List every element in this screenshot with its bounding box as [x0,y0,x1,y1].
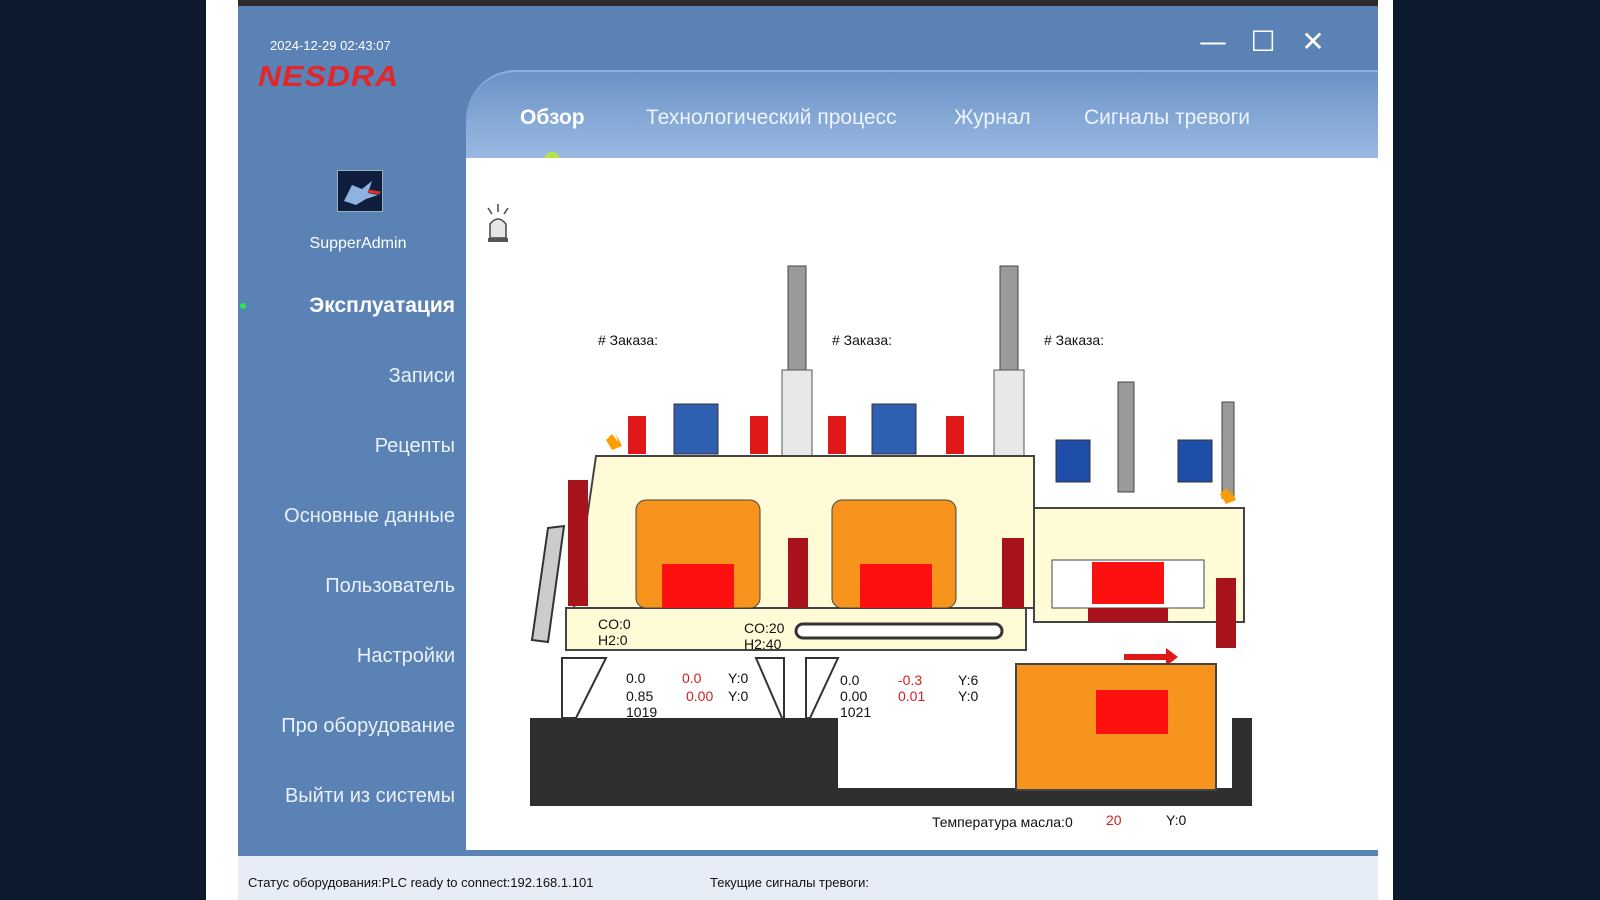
heater-mid [788,538,808,608]
heater-quench [1216,578,1236,648]
workpiece-1 [662,564,734,608]
sidebar-item-master-data[interactable]: Основные данные [284,505,455,528]
zone2-y2: Y:0 [958,688,979,704]
ground-left [530,718,838,806]
gas1-h2: H2:0 [598,632,628,648]
nesdra-logo: NESDRA [258,59,400,93]
flame-icon [606,434,622,450]
support-leg-2 [754,657,785,719]
screen-frame: 2024-12-29 02:43:07 NESDRA — ☐ ✕ Обзор Т… [206,0,1393,900]
avatar[interactable] [337,170,383,212]
order-label-2: # Заказа: [832,332,893,348]
support-leg-1 [561,657,608,719]
sidebar-item-operation[interactable]: Эксплуатация [309,294,455,318]
order-label-1: # Заказа: [598,332,659,348]
zone1-v1-setpoint: 0.0 [682,670,702,686]
zone1-v2-setpoint: 0.00 [686,688,714,704]
equipment-status: Статус оборудования:PLC ready to connect… [248,875,594,890]
top-navigation: Обзор Технологический процесс Журнал Сиг… [466,70,1378,166]
tab-alarms[interactable]: Сигналы тревоги [1084,106,1250,130]
zone2-y1: Y:6 [958,672,979,688]
zone2-v2: 0.00 [840,688,868,704]
sidebar-item-settings[interactable]: Настройки [357,645,455,668]
oil-temperature-setpoint: 20 [1106,812,1122,828]
furnace-door[interactable] [530,524,566,644]
burner-2 [750,416,768,454]
zone2-v1: 0.0 [840,672,860,688]
chimney-1 [787,265,807,373]
zone2-v3: 1021 [840,704,872,720]
workpiece-3 [1092,562,1164,604]
username-label: SupperAdmin [309,235,407,252]
app-window: 2024-12-29 02:43:07 NESDRA — ☐ ✕ Обзор Т… [238,6,1378,900]
order-label-3: # Заказа: [1044,332,1105,348]
alarm-lamp-icon[interactable] [487,204,509,242]
oil-y: Y:0 [1166,812,1187,828]
current-alarms: Текущие сигналы тревоги: [710,875,870,890]
heater-right [1002,538,1024,608]
burner-4 [946,416,964,454]
sidebar-item-records[interactable]: Записи [389,365,455,388]
zone1-v1: 0.0 [626,670,646,686]
zone2-v1-setpoint: -0.3 [898,672,923,688]
status-bar: Статус оборудования:PLC ready to connect… [238,856,1378,900]
oil-temperature-label: Температура масла:0 [932,814,1073,830]
tab-overview[interactable]: Обзор [520,106,585,130]
burner-1 [628,416,646,454]
chimney-3 [1117,381,1135,493]
zone1-v2: 0.85 [626,688,654,704]
sidebar-item-about-equipment[interactable]: Про оборудование [281,715,455,738]
chimney-2 [999,265,1019,373]
chimney-4 [1221,401,1235,499]
sidebar-item-user[interactable]: Пользователь [325,575,455,598]
motor-4 [1177,439,1213,483]
conveyor-roller [794,622,1004,640]
quench-elevator [1088,608,1168,622]
gas2-h2: H2:40 [744,636,782,652]
workpiece-2 [860,564,932,608]
zone1-v3: 1019 [626,704,658,720]
furnace-diagram [487,204,1252,806]
tab-journal[interactable]: Журнал [954,106,1031,130]
overview-panel: # Заказа: # Заказа: # Заказа: CO:0 H2:0 … [466,158,1378,850]
gas1-co: CO:0 [598,616,631,632]
motor-3 [1055,439,1091,483]
ground-right [1232,718,1252,806]
burner-3 [828,416,846,454]
close-button[interactable]: ✕ [1298,28,1328,56]
heater-left [568,480,588,606]
zone2-v2-setpoint: 0.01 [898,688,926,704]
fan-motor-2 [871,403,917,455]
fan-motor-1 [673,403,719,455]
zone1-y1: Y:0 [728,670,749,686]
tab-process[interactable]: Технологический процесс [646,106,897,130]
active-menu-indicator [240,303,246,309]
support-leg-3 [805,657,840,719]
sidebar-item-recipes[interactable]: Рецепты [375,435,455,458]
gas2-co: CO:20 [744,620,785,636]
dragon-icon [344,181,381,205]
sidebar-item-logout[interactable]: Выйти из системы [285,785,455,808]
datetime-display: 2024-12-29 02:43:07 [270,38,391,53]
maximize-button[interactable]: ☐ [1248,28,1278,56]
workpiece-4 [1096,690,1168,734]
zone1-y2: Y:0 [728,688,749,704]
minimize-button[interactable]: — [1198,28,1228,56]
